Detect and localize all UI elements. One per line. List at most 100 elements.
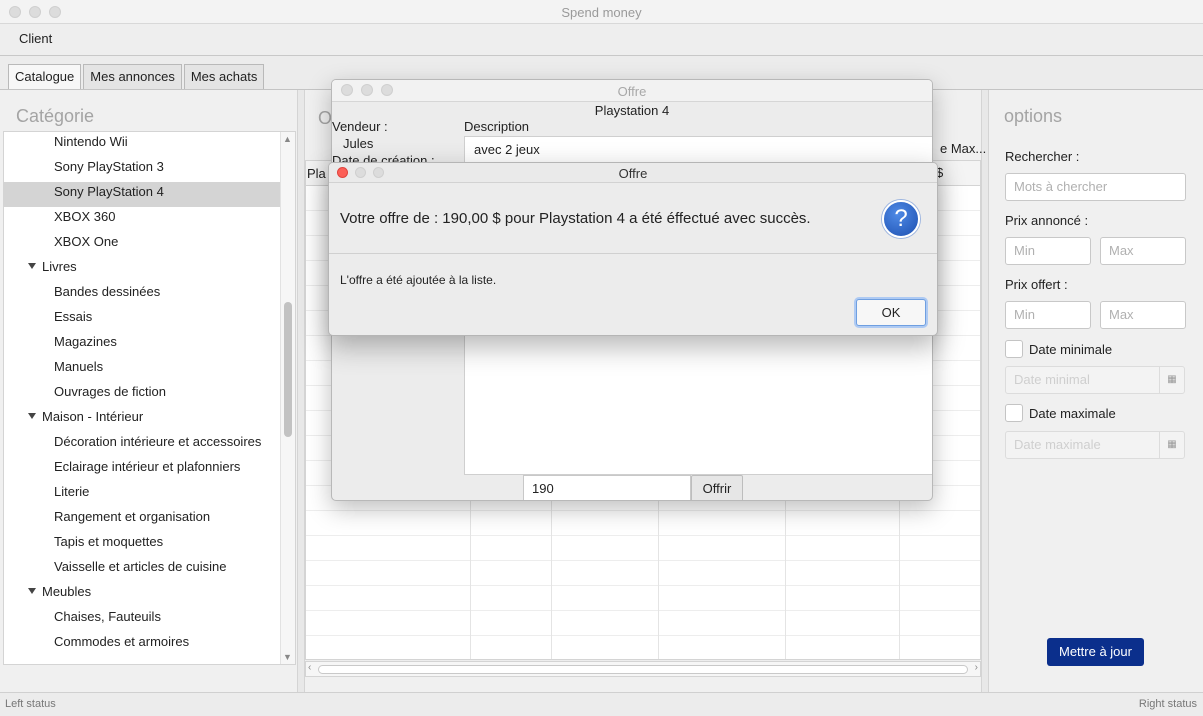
- tree-item-label: Sony PlayStation 4: [54, 184, 164, 199]
- center-header: O: [318, 108, 333, 128]
- offered-max-input[interactable]: Max: [1100, 301, 1186, 329]
- tree-item-label: Décoration intérieure et accessoires: [54, 434, 262, 449]
- menu-client[interactable]: Client: [19, 31, 52, 46]
- date-min-label: Date minimale: [1029, 342, 1113, 357]
- table-column-max[interactable]: e Max...: [940, 141, 986, 156]
- search-label: Rechercher :: [1005, 149, 1080, 164]
- offer-product-name: Playstation 4: [594, 103, 670, 118]
- category-tree: Nintendo Wii Sony PlayStation 3 Sony PlayS…: [3, 131, 296, 665]
- tree-item-label: XBOX One: [54, 234, 119, 249]
- left-status: Left status: [5, 698, 56, 710]
- tree-item-label: Meubles: [42, 584, 92, 599]
- tree-category-item[interactable]: Sony PlayStation 4: [4, 182, 295, 207]
- tree-category-item[interactable]: Essais: [4, 307, 295, 332]
- tree-category-item[interactable]: Rangement et organisation: [4, 507, 295, 532]
- table-row[interactable]: [306, 511, 980, 536]
- creation-date-label: Date de création :: [332, 153, 435, 162]
- dialog-message: Votre offre de : 190,00 $ pour Playstati…: [340, 210, 811, 227]
- announced-min-input[interactable]: Min: [1005, 237, 1091, 265]
- announced-max-input[interactable]: Max: [1100, 237, 1186, 265]
- tree-category-item[interactable]: Manuels: [4, 357, 295, 382]
- tree-item-label: Ouvrages de fiction: [54, 384, 167, 399]
- date-min-checkbox[interactable]: [1005, 340, 1023, 358]
- expand-triangle-icon[interactable]: [28, 413, 36, 419]
- tree-category-group[interactable]: Maison - Intérieur: [4, 407, 295, 432]
- offer-amount-input[interactable]: 190: [523, 475, 691, 500]
- tree-item-label: Manuels: [54, 359, 104, 374]
- ok-button[interactable]: OK: [856, 299, 926, 326]
- update-button[interactable]: Mettre à jour: [1047, 638, 1144, 666]
- dialog-titlebar: Offre: [329, 163, 937, 183]
- table-row[interactable]: [306, 536, 980, 561]
- calendar-icon[interactable]: ▦: [1159, 366, 1185, 394]
- category-scrollbar[interactable]: ▲ ▼: [280, 132, 295, 664]
- tree-item-label: Sony PlayStation 3: [54, 159, 164, 174]
- tab-mes-achats[interactable]: Mes achats: [183, 64, 265, 90]
- scrollbar-thumb[interactable]: [284, 302, 292, 437]
- tree-category-item[interactable]: Ouvrages de fiction: [4, 382, 295, 407]
- tree-item-label: Nintendo Wii: [54, 134, 128, 149]
- tree-category-item[interactable]: XBOX 360: [4, 207, 295, 232]
- tree-item-label: Commodes et armoires: [54, 634, 190, 649]
- tree-item-label: Literie: [54, 484, 90, 499]
- tree-category-item[interactable]: Tapis et moquettes: [4, 532, 295, 557]
- date-max-label: Date maximale: [1029, 406, 1116, 421]
- tree-category-group[interactable]: Livres: [4, 257, 295, 282]
- search-input[interactable]: Mots à chercher: [1005, 173, 1186, 201]
- tree-item-label: Eclairage intérieur et plafonniers: [54, 459, 241, 474]
- tree-category-item[interactable]: Literie: [4, 482, 295, 507]
- scroll-up-icon[interactable]: ▲: [283, 134, 292, 144]
- confirmation-dialog: Offre Votre offre de : 190,00 $ pour Pla…: [328, 162, 938, 336]
- table-row[interactable]: [306, 611, 980, 636]
- seller-value: Jules: [343, 136, 374, 151]
- tab-catalogue[interactable]: Catalogue: [8, 64, 82, 90]
- expand-triangle-icon[interactable]: [28, 263, 36, 269]
- tree-category-item[interactable]: Nintendo Wii: [4, 132, 295, 157]
- tree-item-label: Chaises, Fauteuils: [54, 609, 161, 624]
- tree-category-item[interactable]: Décoration intérieure et accessoires: [4, 432, 295, 457]
- scroll-right-icon[interactable]: ›: [975, 662, 978, 673]
- dialog-title: Offre: [618, 166, 648, 181]
- tree-category-item[interactable]: Commodes et armoires: [4, 632, 295, 657]
- tree-item-label: Tapis et moquettes: [54, 534, 164, 549]
- right-splitter[interactable]: [981, 90, 989, 692]
- calendar-icon[interactable]: ▦: [1159, 431, 1185, 459]
- window-title: Spend money: [561, 5, 642, 20]
- question-icon: ?: [882, 200, 920, 238]
- tree-item-label: Vaisselle et articles de cuisine: [54, 559, 227, 574]
- options-title: options: [1004, 106, 1063, 126]
- offered-price-label: Prix offert :: [1005, 277, 1068, 292]
- date-max-field[interactable]: Date maximale: [1005, 431, 1160, 459]
- announced-price-label: Prix annoncé :: [1005, 213, 1089, 228]
- tree-item-label: Maison - Intérieur: [42, 409, 144, 424]
- tree-category-item[interactable]: Eclairage intérieur et plafonniers: [4, 457, 295, 482]
- table-row[interactable]: [306, 636, 980, 661]
- menu-bar: Client: [0, 24, 1203, 56]
- left-splitter[interactable]: [297, 90, 305, 692]
- table-row[interactable]: [306, 586, 980, 611]
- table-hscrollbar[interactable]: ‹ ›: [305, 661, 981, 677]
- offered-min-input[interactable]: Min: [1005, 301, 1091, 329]
- category-tree-rows: Nintendo Wii Sony PlayStation 3 Sony PlayS…: [4, 132, 295, 657]
- date-min-field[interactable]: Date minimal: [1005, 366, 1160, 394]
- tree-category-item[interactable]: Bandes dessinées: [4, 282, 295, 307]
- dialog-header: Votre offre de : 190,00 $ pour Playstati…: [329, 184, 937, 254]
- tree-category-item[interactable]: Magazines: [4, 332, 295, 357]
- table-column-header[interactable]: Pla: [307, 166, 326, 181]
- tree-category-item[interactable]: Sony PlayStation 3: [4, 157, 295, 182]
- tree-category-item[interactable]: Vaisselle et articles de cuisine: [4, 557, 295, 582]
- right-status: Right status: [1138, 698, 1197, 710]
- hscrollbar-thumb[interactable]: [318, 665, 968, 674]
- expand-triangle-icon[interactable]: [28, 588, 36, 594]
- date-max-checkbox[interactable]: [1005, 404, 1023, 422]
- tree-category-group[interactable]: Meubles: [4, 582, 295, 607]
- table-row[interactable]: [306, 561, 980, 586]
- scroll-left-icon[interactable]: ‹: [308, 662, 311, 673]
- tree-category-item[interactable]: Chaises, Fauteuils: [4, 607, 295, 632]
- window-titlebar: Spend money: [0, 0, 1203, 24]
- offer-submit-button[interactable]: Offrir: [691, 475, 743, 500]
- tree-category-item[interactable]: XBOX One: [4, 232, 295, 257]
- tab-mes-annonces[interactable]: Mes annonces: [83, 64, 182, 90]
- scroll-down-icon[interactable]: ▼: [283, 652, 292, 662]
- tree-item-label: Essais: [54, 309, 93, 324]
